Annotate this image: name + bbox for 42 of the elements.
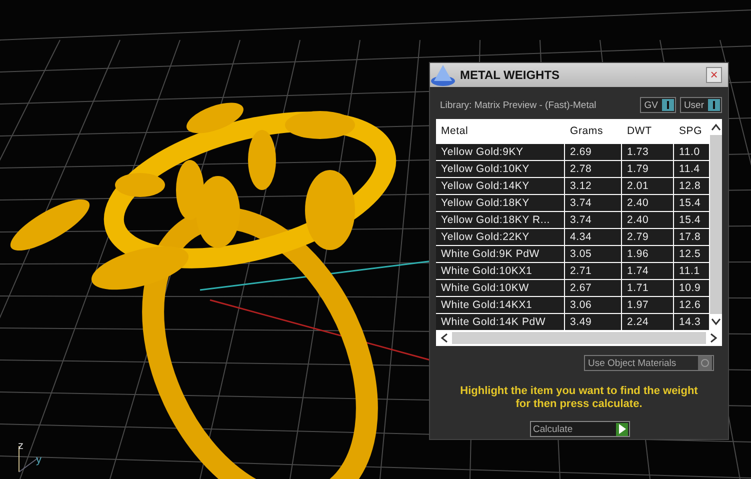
table-row[interactable]: Yellow Gold:18KY 3.74 2.40 15.4 — [436, 194, 709, 211]
library-label: Library: Matrix Preview - (Fast)-Metal — [440, 100, 598, 110]
axis-label: y — [36, 454, 42, 466]
table-cell-text: 11.4 — [678, 162, 701, 177]
table-row[interactable]: White Gold:10KX1 2.71 1.74 11.1 — [436, 262, 709, 279]
table-cell-text: 15.4 — [678, 213, 702, 228]
table-row[interactable]: Yellow Gold:18KY R... 3.74 2.40 15.4 — [436, 211, 709, 228]
table-cell-text: 11.0 — [678, 145, 701, 160]
table-row[interactable]: Yellow Gold:10KY 2.78 1.79 11.4 — [436, 160, 709, 177]
table-cell-text: 14.3 — [678, 315, 702, 330]
calculate-button[interactable]: Calculate — [530, 421, 630, 437]
table-cell-text: 12.6 — [678, 298, 702, 313]
chevron-left-icon[interactable] — [440, 333, 448, 343]
table-row[interactable]: White Gold:9K PdW 3.05 1.96 12.5 — [436, 245, 709, 262]
table-cell-text: 15.4 — [678, 196, 702, 211]
instruction-text: Highlight the item you want to find the weight for then press calculate. — [459, 385, 699, 411]
table-cell: 3.49 — [565, 314, 622, 330]
window-title: METAL WEIGHTS — [460, 68, 561, 82]
table-row[interactable]: White Gold:14K PdW 3.49 2.24 14.3 — [436, 313, 709, 330]
table-row[interactable]: Yellow Gold:14KY 3.12 2.01 12.8 — [436, 177, 709, 194]
table-cell: White Gold:14K PdW — [436, 314, 565, 330]
toggle-button[interactable]: GV — [640, 97, 676, 113]
use-object-materials-toggle[interactable]: Use Object Materials — [584, 355, 714, 371]
chevron-up-icon[interactable] — [710, 123, 720, 131]
table-cell-text: 17.8 — [678, 230, 702, 245]
table-row[interactable]: Yellow Gold:9KY 2.69 1.73 11.0 — [436, 143, 709, 160]
table-cell-text: 12.8 — [678, 179, 702, 194]
table-cell: 2.24 — [622, 314, 674, 330]
table-cell-text: 11.1 — [678, 264, 701, 279]
close-button[interactable]: × — [706, 67, 722, 83]
play-icon — [616, 422, 628, 436]
chevron-down-icon[interactable] — [710, 318, 720, 326]
table-row[interactable]: Yellow Gold:22KY 4.34 2.79 17.8 — [436, 228, 709, 245]
pyramid-icon — [430, 63, 456, 87]
table-cell-text: 10.9 — [678, 281, 702, 296]
table-row[interactable]: White Gold:10KW 2.67 1.71 10.9 — [436, 279, 709, 296]
chevron-right-icon[interactable] — [710, 333, 718, 343]
toggle-button[interactable]: User — [680, 97, 722, 113]
table-row[interactable]: White Gold:14KX1 3.06 1.97 12.6 — [436, 296, 709, 313]
column-header[interactable]: SPG — [674, 119, 709, 143]
axis-label: z — [18, 440, 24, 452]
table-cell-text: 12.5 — [678, 247, 702, 262]
